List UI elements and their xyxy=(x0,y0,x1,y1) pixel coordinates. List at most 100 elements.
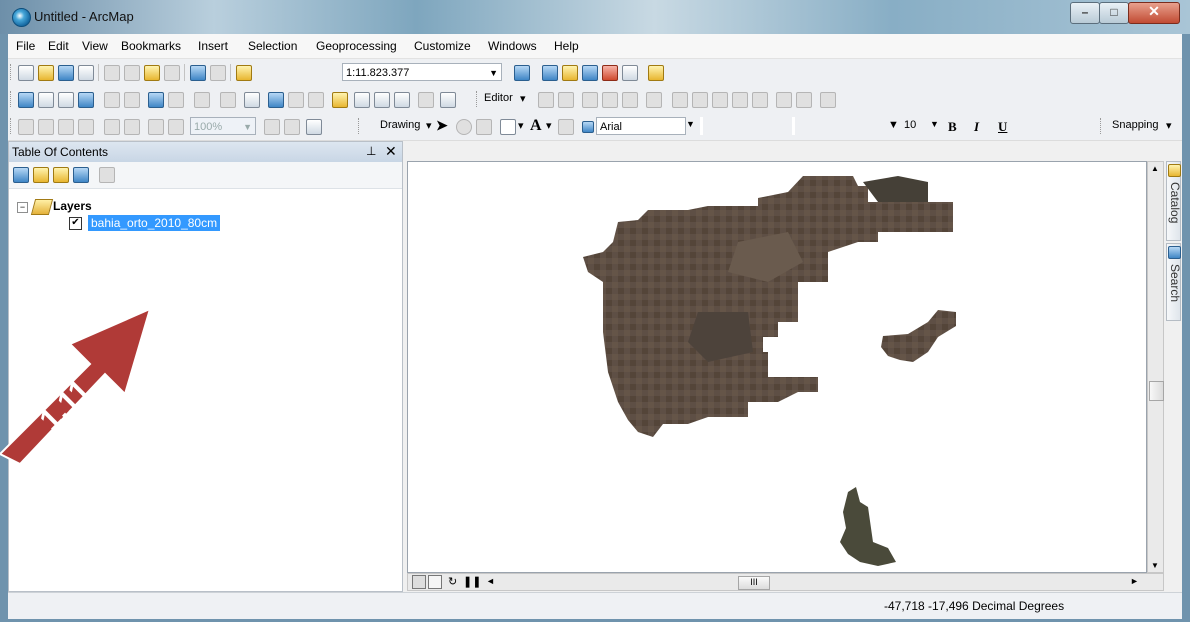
rotate-element-icon[interactable] xyxy=(456,119,472,135)
close-button[interactable]: ✕ xyxy=(1128,2,1180,24)
text-tool-icon[interactable]: A xyxy=(530,117,542,135)
layout-back-icon[interactable] xyxy=(148,119,164,135)
select-elements-arrow-icon[interactable] xyxy=(244,92,260,108)
layout-pan-icon[interactable] xyxy=(58,119,74,135)
font-name-arrow[interactable]: ▼ xyxy=(686,119,695,129)
text-dropdown-arrow[interactable]: ▾ xyxy=(546,119,552,132)
clear-selection-icon[interactable] xyxy=(220,92,236,108)
list-by-drawing-order-icon[interactable] xyxy=(13,167,29,183)
identify-icon[interactable] xyxy=(268,92,284,108)
change-layout-icon[interactable] xyxy=(306,119,322,135)
underline-button[interactable]: U xyxy=(998,119,1007,135)
layer-visibility-checkbox[interactable]: ✔ xyxy=(69,217,82,230)
cut-icon[interactable] xyxy=(104,65,120,81)
editor-toolbar-icon[interactable] xyxy=(514,65,530,81)
straight-segment-icon[interactable] xyxy=(582,92,598,108)
toolbar-grip[interactable] xyxy=(10,118,14,134)
edit-annotation-icon[interactable] xyxy=(558,92,574,108)
find-binoculars-icon[interactable] xyxy=(354,92,370,108)
hyperlink-icon[interactable] xyxy=(288,92,304,108)
end-point-arc-icon[interactable] xyxy=(602,92,618,108)
snapping-menu[interactable]: Snapping xyxy=(1112,119,1159,131)
select-features-icon[interactable] xyxy=(194,92,210,108)
open-folder-icon[interactable] xyxy=(38,65,54,81)
paste-icon[interactable] xyxy=(144,65,160,81)
select-elements-icon[interactable]: ➤ xyxy=(436,117,448,134)
search-tab[interactable]: Search xyxy=(1166,243,1182,321)
refresh-icon[interactable]: ↻ xyxy=(448,575,457,588)
drawing-menu[interactable]: Drawing xyxy=(380,119,420,131)
toc-close-icon[interactable]: ✕ xyxy=(385,143,397,160)
attributes-icon[interactable] xyxy=(776,92,792,108)
menu-insert[interactable]: Insert xyxy=(198,39,228,53)
fixed-layout-zoom-icon[interactable] xyxy=(124,119,140,135)
menu-bookmarks[interactable]: Bookmarks xyxy=(121,39,181,53)
scroll-left-arrow-icon[interactable]: ◄ xyxy=(486,576,495,586)
viewer-window-icon[interactable] xyxy=(440,92,456,108)
add-data-icon[interactable] xyxy=(236,65,252,81)
measure-icon[interactable] xyxy=(332,92,348,108)
menu-selection[interactable]: Selection xyxy=(248,39,297,53)
editor-menu[interactable]: Editor xyxy=(484,92,513,104)
minimize-button[interactable]: – xyxy=(1070,2,1100,24)
catalog-window-icon[interactable] xyxy=(562,65,578,81)
font-combo-arrow[interactable]: ▼ xyxy=(888,119,899,131)
copy-icon[interactable] xyxy=(124,65,140,81)
create-features-icon[interactable] xyxy=(820,92,836,108)
html-popup-icon[interactable] xyxy=(308,92,324,108)
layout-zoom-combo[interactable]: 100% ▼ xyxy=(190,117,256,135)
back-extent-icon[interactable] xyxy=(148,92,164,108)
map-vertical-scrollbar[interactable]: ▲ ▼ xyxy=(1147,161,1164,573)
scroll-up-arrow-icon[interactable]: ▲ xyxy=(1151,164,1159,173)
find-route-icon[interactable] xyxy=(374,92,390,108)
search-window-icon[interactable] xyxy=(582,65,598,81)
pause-drawing-icon[interactable]: ❚❚ xyxy=(463,575,481,588)
scroll-right-arrow-icon[interactable]: ► xyxy=(1130,576,1139,586)
sketch-properties-icon[interactable] xyxy=(796,92,812,108)
print-icon[interactable] xyxy=(78,65,94,81)
maximize-button[interactable]: □ xyxy=(1099,2,1129,24)
toolbar-grip[interactable] xyxy=(10,91,14,107)
map-display[interactable] xyxy=(407,161,1147,573)
time-slider-icon[interactable] xyxy=(418,92,434,108)
zoom-out-icon[interactable] xyxy=(38,92,54,108)
fixed-zoom-in-icon[interactable] xyxy=(104,92,120,108)
edit-tool-icon[interactable] xyxy=(538,92,554,108)
arctoolbox-icon[interactable] xyxy=(602,65,618,81)
save-icon[interactable] xyxy=(58,65,74,81)
collapse-layers-icon[interactable]: − xyxy=(17,202,28,213)
delete-icon[interactable] xyxy=(164,65,180,81)
go-to-xy-icon[interactable] xyxy=(394,92,410,108)
point-icon[interactable] xyxy=(646,92,662,108)
bold-button[interactable]: B xyxy=(948,119,957,135)
modelbuilder-icon[interactable] xyxy=(648,65,664,81)
layout-forward-icon[interactable] xyxy=(168,119,184,135)
layout-zoom-out-icon[interactable] xyxy=(38,119,54,135)
list-by-visibility-icon[interactable] xyxy=(53,167,69,183)
layout-zoom-in-icon[interactable] xyxy=(18,119,34,135)
forward-extent-icon[interactable] xyxy=(168,92,184,108)
toolbar-grip[interactable] xyxy=(1100,118,1104,134)
cut-polygons-icon[interactable] xyxy=(712,92,728,108)
edit-vertices-drawing-icon[interactable] xyxy=(558,119,574,135)
catalog-tab[interactable]: Catalog xyxy=(1166,161,1182,241)
auto-hide-pin-icon[interactable]: ⊥ xyxy=(366,144,376,158)
fixed-zoom-out-icon[interactable] xyxy=(124,92,140,108)
split-tool-icon[interactable] xyxy=(732,92,748,108)
layers-root-label[interactable]: Layers xyxy=(53,199,92,213)
menu-view[interactable]: View xyxy=(82,39,108,53)
font-name-combo[interactable]: Arial xyxy=(596,117,686,135)
toolbar-grip[interactable] xyxy=(358,118,362,134)
data-view-button[interactable] xyxy=(412,575,426,589)
table-of-contents-icon[interactable] xyxy=(542,65,558,81)
shape-dropdown-arrow[interactable]: ▾ xyxy=(518,119,524,132)
toggle-draft-mode-icon[interactable] xyxy=(264,119,280,135)
menu-windows[interactable]: Windows xyxy=(488,39,537,53)
python-window-icon[interactable] xyxy=(622,65,638,81)
full-extent-globe-icon[interactable] xyxy=(78,92,94,108)
rotate-tool-icon[interactable] xyxy=(752,92,768,108)
menu-geoprocessing[interactable]: Geoprocessing xyxy=(316,39,397,53)
undo-icon[interactable] xyxy=(190,65,206,81)
zoom-100-icon[interactable] xyxy=(104,119,120,135)
zoom-in-icon[interactable] xyxy=(18,92,34,108)
